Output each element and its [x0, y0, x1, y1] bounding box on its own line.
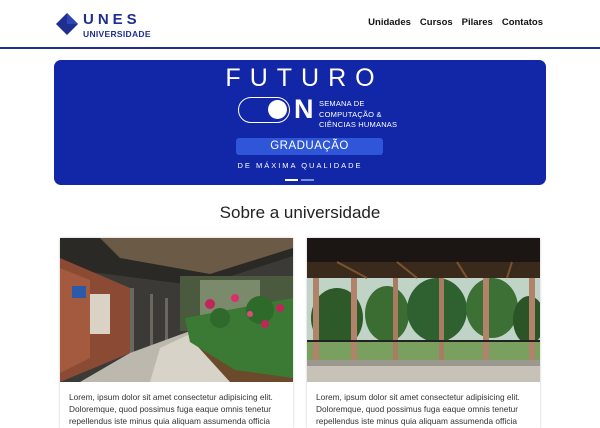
hero-banner[interactable]: FUTURO N SEMANA DE COMPUTAÇÃO & CIÊNCIAS… [54, 60, 546, 185]
card-1-text: Lorem, ipsum dolor sit amet consectetur … [69, 392, 273, 426]
brand-name-top: UNES [83, 11, 141, 28]
open-hall-with-trees-photo [307, 238, 540, 382]
toggle-knob [268, 100, 287, 119]
campus-corridor-with-garden-photo [60, 238, 293, 382]
info-card-2: Lorem, ipsum dolor sit amet consectetur … [307, 238, 540, 428]
header-divider [0, 47, 600, 49]
site-header: UNES UNIVERSIDADE Unidades Cursos Pilare… [0, 0, 600, 47]
carousel-indicators [285, 179, 314, 181]
card-2-text: Lorem, ipsum dolor sit amet consectetur … [316, 392, 520, 426]
nav-link-cursos[interactable]: Cursos [420, 17, 453, 28]
nav-link-unidades[interactable]: Unidades [368, 17, 411, 28]
toggle-switch-icon [238, 97, 290, 123]
section-title: Sobre a universidade [219, 203, 381, 222]
hero-badge: GRADUAÇÃO [236, 138, 383, 155]
info-card-1: Lorem, ipsum dolor sit amet consectetur … [60, 238, 293, 428]
diamond-logo-icon [56, 13, 78, 35]
carousel-dot-1[interactable] [285, 179, 298, 181]
hero-on-letter: N [294, 94, 314, 124]
carousel-dot-2[interactable] [301, 179, 314, 181]
hero-subtitle-line-2: COMPUTAÇÃO & [319, 109, 382, 119]
hero-subtitle-line-1: SEMANA DE [319, 99, 365, 108]
hero-title: FUTURO [225, 64, 384, 92]
hero-subtitle-line-3: CIÊNCIAS HUMANAS [319, 120, 398, 129]
hero-subtitle: SEMANA DE COMPUTAÇÃO & CIÊNCIAS HUMANAS [319, 99, 397, 131]
nav-link-pilares[interactable]: Pilares [462, 17, 493, 28]
brand-name-bottom: UNIVERSIDADE [83, 29, 151, 39]
main-nav: Unidades Cursos Pilares Contatos [368, 17, 543, 28]
nav-link-contatos[interactable]: Contatos [502, 17, 543, 28]
brand-logo[interactable]: UNES UNIVERSIDADE [54, 10, 151, 40]
hero-tagline: DE MÁXIMA QUALIDADE [237, 161, 363, 170]
